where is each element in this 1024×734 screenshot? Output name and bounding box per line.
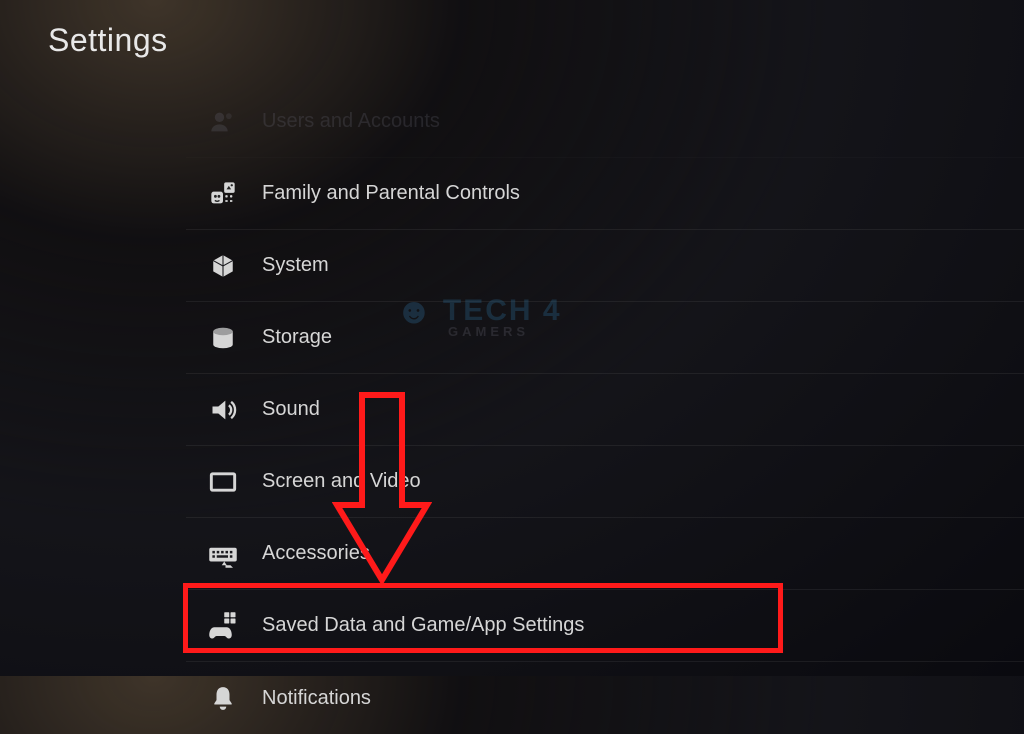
menu-label: Storage	[262, 326, 332, 349]
menu-item-users-accounts[interactable]: Users and Accounts	[186, 86, 1024, 158]
menu-label: Screen and Video	[262, 470, 421, 493]
menu-label: System	[262, 254, 329, 277]
bell-icon	[206, 681, 240, 715]
page-title: Settings	[48, 22, 168, 59]
family-icon	[206, 177, 240, 211]
menu-item-saved-data[interactable]: Saved Data and Game/App Settings	[186, 590, 1024, 662]
menu-item-family[interactable]: Family and Parental Controls	[186, 158, 1024, 230]
keyboard-icon	[206, 537, 240, 571]
menu-label: Saved Data and Game/App Settings	[262, 614, 584, 637]
menu-label: Sound	[262, 398, 320, 421]
users-icon	[206, 105, 240, 139]
menu-label: Users and Accounts	[262, 110, 440, 133]
sound-icon	[206, 393, 240, 427]
menu-label: Notifications	[262, 687, 371, 710]
cube-icon	[206, 249, 240, 283]
screen-icon	[206, 465, 240, 499]
menu-item-storage[interactable]: Storage	[186, 302, 1024, 374]
menu-item-sound[interactable]: Sound	[186, 374, 1024, 446]
settings-menu: Users and Accounts Family and Parental C…	[186, 86, 1024, 734]
menu-label: Accessories	[262, 542, 370, 565]
menu-item-notifications[interactable]: Notifications	[186, 662, 1024, 734]
menu-item-screen-video[interactable]: Screen and Video	[186, 446, 1024, 518]
gamepad-icon	[206, 609, 240, 643]
menu-item-system[interactable]: System	[186, 230, 1024, 302]
storage-icon	[206, 321, 240, 355]
menu-item-accessories[interactable]: Accessories	[186, 518, 1024, 590]
menu-label: Family and Parental Controls	[262, 182, 520, 205]
